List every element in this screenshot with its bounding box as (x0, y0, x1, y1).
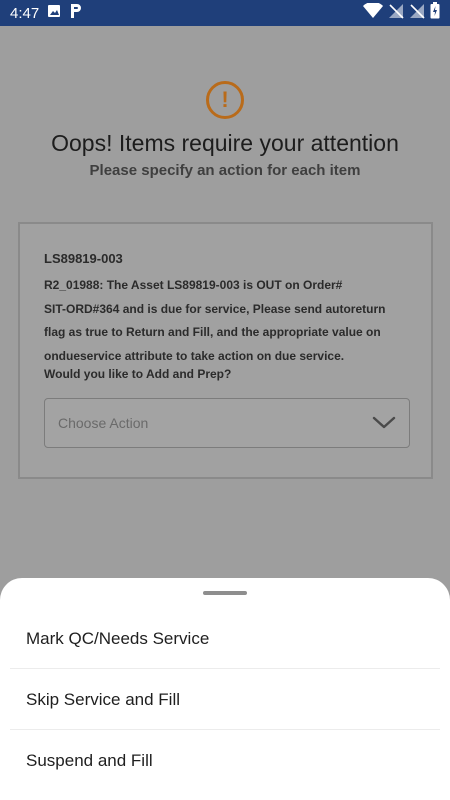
message-line: SIT-ORD#364 and is due for service, Plea… (44, 301, 386, 316)
choose-action-select[interactable]: Choose Action (44, 398, 410, 448)
action-bottom-sheet: Mark QC/Needs Service Skip Service and F… (0, 578, 450, 800)
item-message: R2_01988: The Asset LS89819-003 is OUT o… (44, 274, 414, 368)
message-line: flag as true to Return and Fill, and the… (44, 325, 381, 339)
option-suspend-and-fill[interactable]: Suspend and Fill (10, 731, 440, 791)
battery-icon (430, 2, 440, 24)
status-bar: 4:47 (0, 0, 450, 26)
status-time: 4:47 (10, 4, 40, 22)
no-signal-icon (388, 3, 404, 24)
chevron-down-icon (372, 411, 396, 435)
item-card: LS89819-003 R2_01988: The Asset LS89819-… (18, 222, 433, 479)
select-placeholder: Choose Action (58, 415, 149, 431)
message-line: ondueservice attribute to take action on… (44, 348, 345, 363)
wifi-icon (363, 1, 383, 24)
p-app-icon (69, 3, 83, 24)
option-mark-qc-needs-service[interactable]: Mark QC/Needs Service (10, 609, 440, 669)
message-line: R2_01988: The Asset LS89819-003 is OUT o… (44, 278, 343, 292)
option-skip-service-and-fill[interactable]: Skip Service and Fill (10, 670, 440, 730)
no-signal-icon (409, 3, 425, 24)
page-title: Oops! Items require your attention (51, 130, 399, 156)
sheet-drag-handle[interactable] (203, 591, 247, 595)
item-question: Would you like to Add and Prep? (44, 367, 232, 381)
asset-id: LS89819-003 (44, 251, 123, 266)
image-icon (47, 4, 61, 23)
exclamation-circle-icon: ! (206, 81, 244, 119)
page-subtitle: Please specify an action for each item (89, 162, 361, 179)
